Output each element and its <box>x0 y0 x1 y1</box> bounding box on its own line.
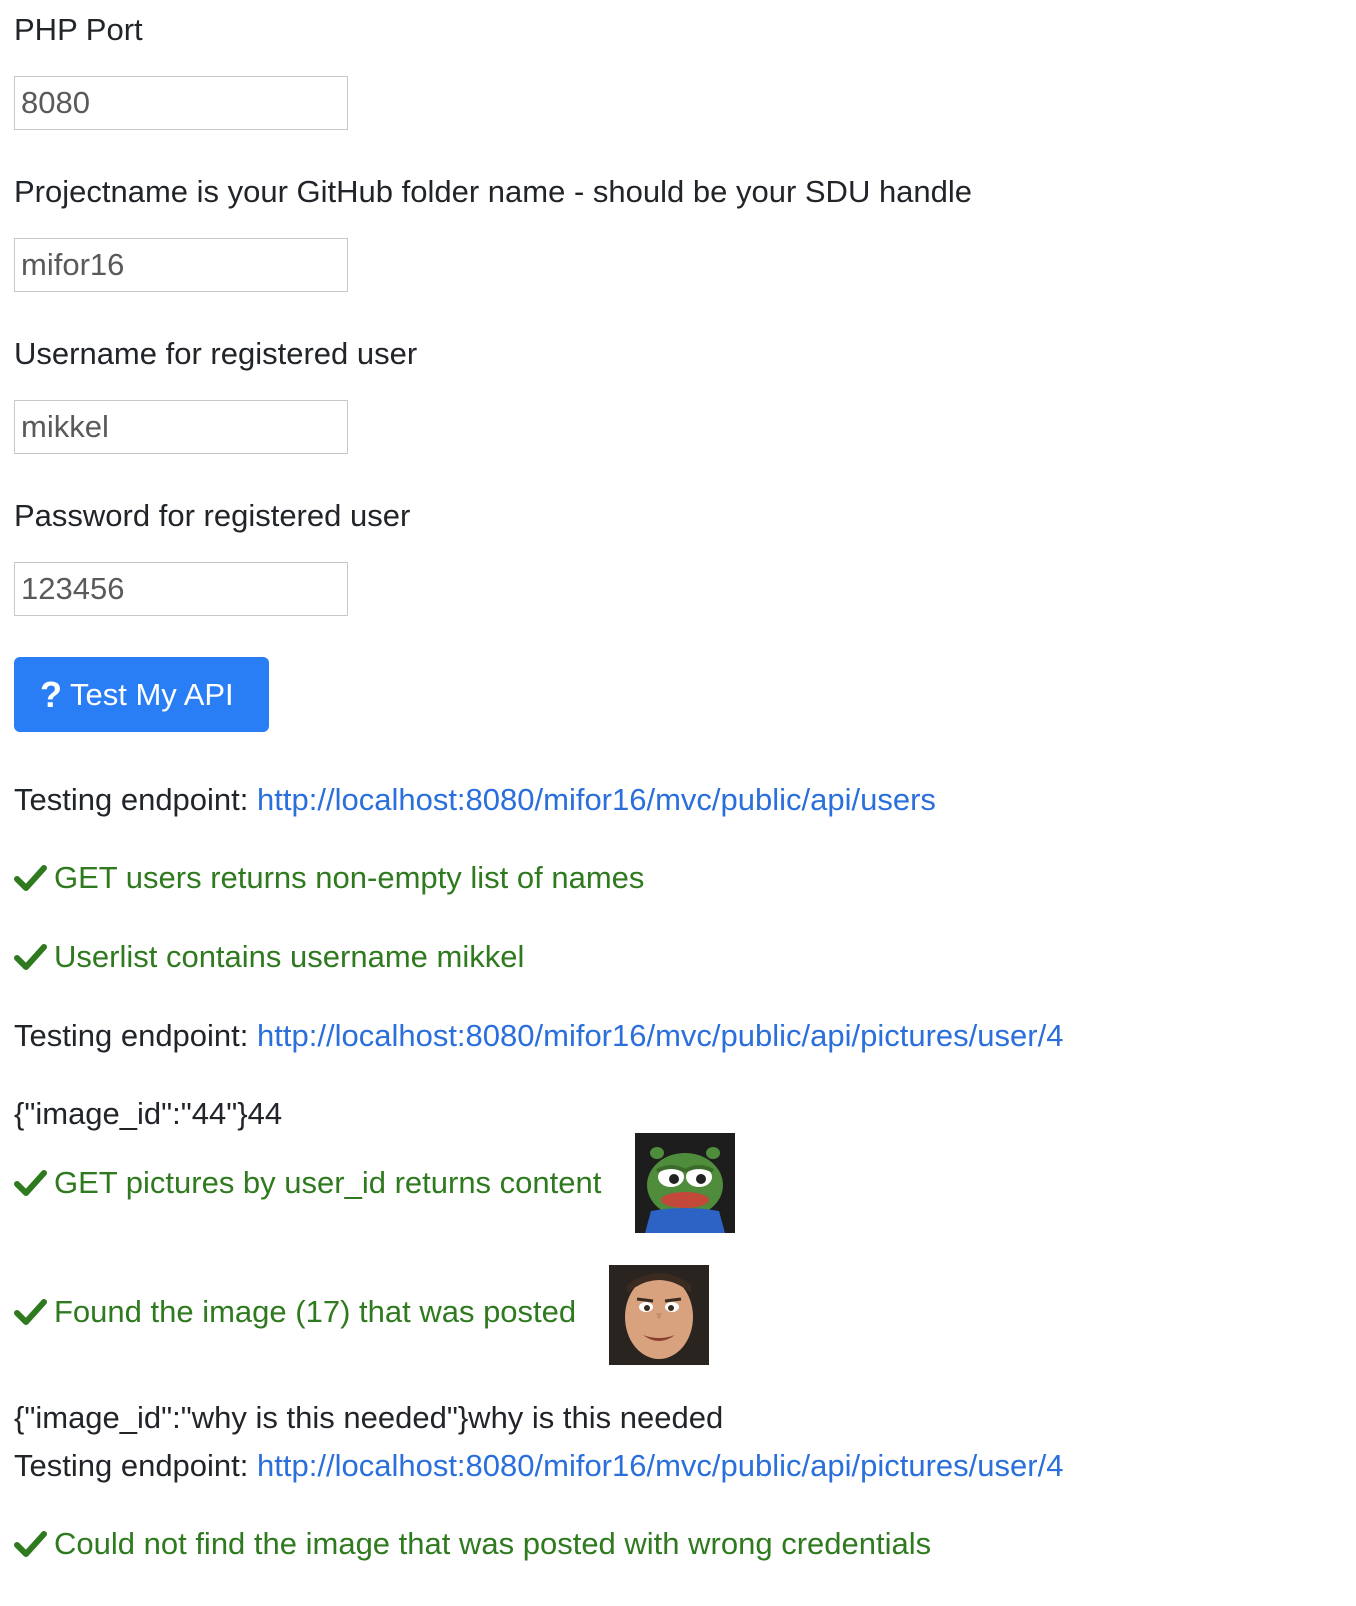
checkmark-icon <box>14 944 47 970</box>
json-output-2: {"image_id":"why is this needed"}why is … <box>14 1400 724 1435</box>
check-users-nonempty: GET users returns non-empty list of name… <box>14 858 644 898</box>
check-userlist-contains: Userlist contains username mikkel <box>14 937 524 977</box>
testing-endpoint-pictures: Testing endpoint: http://localhost:8080/… <box>14 1016 1063 1056</box>
checkmark-icon <box>14 1299 47 1325</box>
checkmark-icon <box>14 865 47 891</box>
face-image <box>609 1265 709 1365</box>
check-users-nonempty-text: GET users returns non-empty list of name… <box>54 860 645 895</box>
test-api-button-label: Test My API <box>70 677 234 712</box>
checkmark-icon <box>14 1531 47 1557</box>
project-label: Projectname is your GitHub folder name -… <box>14 174 973 209</box>
check-pictures-content-text: GET pictures by user_id returns content <box>54 1165 602 1200</box>
port-label: PHP Port <box>14 12 143 47</box>
check-found-image: Found the image (17) that was posted <box>14 1292 576 1332</box>
checkmark-icon <box>14 1170 47 1196</box>
password-input[interactable] <box>14 562 348 616</box>
testing-endpoint-users: Testing endpoint: http://localhost:8080/… <box>14 780 936 820</box>
check-pictures-content: GET pictures by user_id returns content <box>14 1163 601 1203</box>
password-label: Password for registered user <box>14 498 411 533</box>
check-wrong-credentials: Could not find the image that was posted… <box>14 1524 931 1564</box>
question-icon: ? <box>40 673 62 715</box>
username-input[interactable] <box>14 400 348 454</box>
check-wrong-credentials-text: Could not find the image that was posted… <box>54 1526 932 1561</box>
project-input[interactable] <box>14 238 348 292</box>
check-found-image-text: Found the image (17) that was posted <box>54 1294 577 1329</box>
testing-prefix: Testing endpoint: <box>14 1448 249 1483</box>
endpoint-pictures-link[interactable]: http://localhost:8080/mifor16/mvc/public… <box>257 1018 1063 1053</box>
json-output-1: {"image_id":"44"}44 <box>14 1096 283 1131</box>
port-input[interactable] <box>14 76 348 130</box>
testing-endpoint-pictures-2: Testing endpoint: http://localhost:8080/… <box>14 1446 1063 1486</box>
endpoint-pictures-link-2[interactable]: http://localhost:8080/mifor16/mvc/public… <box>257 1448 1063 1483</box>
username-label: Username for registered user <box>14 336 418 371</box>
endpoint-users-link[interactable]: http://localhost:8080/mifor16/mvc/public… <box>257 782 936 817</box>
check-userlist-contains-text: Userlist contains username mikkel <box>54 939 525 974</box>
frog-image <box>635 1133 735 1233</box>
testing-prefix: Testing endpoint: <box>14 782 249 817</box>
test-api-button[interactable]: ? Test My API <box>14 657 269 732</box>
testing-prefix: Testing endpoint: <box>14 1018 249 1053</box>
